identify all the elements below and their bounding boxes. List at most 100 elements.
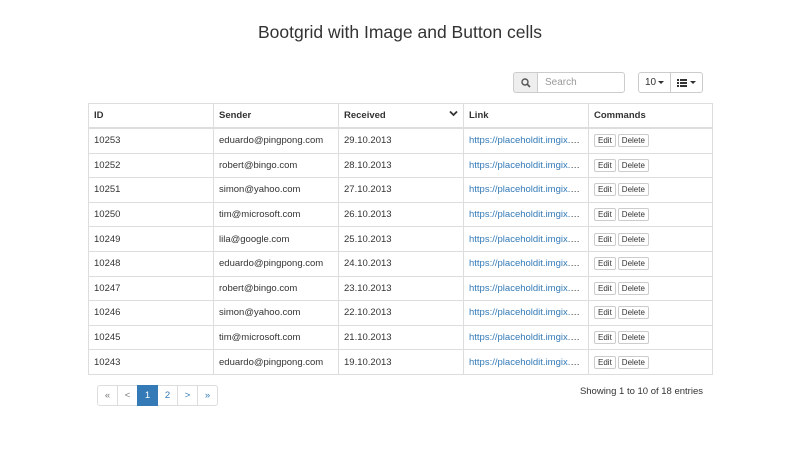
cell-received: 24.10.2013 [338,250,464,277]
cell-sender: simon@yahoo.com [213,300,339,326]
delete-button[interactable]: Delete [617,134,649,148]
column-header-received[interactable]: Received [338,103,464,129]
image-link[interactable]: https://placeholdit.imgix.net/ [469,160,586,171]
delete-button[interactable]: Delete [617,257,649,271]
table-row: 10246 simon@yahoo.com 22.10.2013 https://pl… [88,300,713,326]
page-prev-button[interactable]: < [117,385,138,406]
cell-sender: simon@yahoo.com [213,177,339,203]
cell-commands: Edit Delete [588,349,713,375]
cell-sender: eduardo@pingpong.com [213,349,339,375]
search-icon[interactable] [513,72,537,93]
image-link[interactable]: https://placeholdit.imgix.net/ [469,332,586,343]
table-row: 10253 eduardo@pingpong.com 29.10.2013 https… [88,127,713,154]
page-title: Bootgrid with Image and Button cells [257,22,543,42]
cell-sender: eduardo@pingpong.com [213,127,339,154]
data-grid: ID Sender Received Link Commands 10253 ed… [88,103,713,375]
edit-button[interactable]: Edit [594,257,616,271]
delete-button[interactable]: Delete [617,232,649,246]
image-link[interactable]: https://placeholdit.imgix.net/ [469,283,586,294]
header-row: ID Sender Received Link Commands [88,103,713,129]
cell-received: 22.10.2013 [338,300,464,326]
edit-button[interactable]: Edit [594,208,616,222]
caret-down-icon [690,81,696,84]
image-link[interactable]: https://placeholdit.imgix.net/ [469,258,586,269]
delete-button[interactable]: Delete [617,355,649,369]
cell-link: https://placeholdit.imgix.net/ [463,152,589,179]
cell-link: https://placeholdit.imgix.net/ [463,226,589,252]
page-1-button[interactable]: 1 [137,385,158,406]
edit-button[interactable]: Edit [594,331,616,345]
chevron-down-icon [449,110,458,117]
edit-button[interactable]: Edit [594,158,616,172]
cell-link: https://placeholdit.imgix.net/ [463,349,589,375]
edit-button[interactable]: Edit [594,355,616,369]
grid-toolbar: 10 [0,72,800,95]
delete-button[interactable]: Delete [617,208,649,222]
cell-link: https://placeholdit.imgix.net/ [463,250,589,277]
cell-sender: lila@google.com [213,226,339,252]
table-row: 10252 robert@bingo.com 28.10.2013 https://p… [88,152,713,179]
delete-button[interactable]: Delete [617,281,649,295]
page-next-button[interactable]: > [177,385,198,406]
table-row: 10245 tim@microsoft.com 21.10.2013 https://… [88,324,713,351]
image-link[interactable]: https://placeholdit.imgix.net/ [469,357,586,368]
cell-link: https://placeholdit.imgix.net/ [463,324,589,351]
table-row: 10249 lila@google.com 25.10.2013 https://pl… [88,226,713,252]
cell-commands: Edit Delete [588,275,713,302]
page-first-button[interactable]: « [97,385,118,406]
cell-sender: tim@microsoft.com [213,324,339,351]
cell-id: 10249 [88,226,214,252]
edit-button[interactable]: Edit [594,281,616,295]
table-row: 10247 robert@bingo.com 23.10.2013 https://p… [88,275,713,302]
image-link[interactable]: https://placeholdit.imgix.net/ [469,135,586,146]
cell-link: https://placeholdit.imgix.net/ [463,127,589,154]
cell-commands: Edit Delete [588,226,713,252]
edit-button[interactable]: Edit [594,306,616,320]
cell-commands: Edit Delete [588,300,713,326]
cell-received: 27.10.2013 [338,177,464,203]
search-input[interactable] [537,72,625,93]
cell-received: 25.10.2013 [338,226,464,252]
cell-commands: Edit Delete [588,324,713,351]
column-header-link[interactable]: Link [463,103,589,129]
image-link[interactable]: https://placeholdit.imgix.net/ [469,234,586,245]
column-selector-dropdown[interactable] [671,72,703,93]
image-link[interactable]: https://placeholdit.imgix.net/ [469,307,586,318]
cell-sender: eduardo@pingpong.com [213,250,339,277]
column-header-id[interactable]: ID [88,103,214,129]
delete-button[interactable]: Delete [617,183,649,197]
edit-button[interactable]: Edit [594,183,616,197]
column-header-sender[interactable]: Sender [213,103,339,129]
cell-received: 23.10.2013 [338,275,464,302]
cell-received: 26.10.2013 [338,201,464,228]
image-link[interactable]: https://placeholdit.imgix.net/ [469,209,586,220]
rows-per-page-value: 10 [644,77,657,88]
cell-received: 19.10.2013 [338,349,464,375]
cell-link: https://placeholdit.imgix.net/ [463,300,589,326]
cell-commands: Edit Delete [588,250,713,277]
cell-received: 21.10.2013 [338,324,464,351]
page-last-button[interactable]: » [197,385,218,406]
delete-button[interactable]: Delete [617,331,649,345]
edit-button[interactable]: Edit [594,134,616,148]
cell-sender: robert@bingo.com [213,275,339,302]
page-2-button[interactable]: 2 [157,385,178,406]
cell-link: https://placeholdit.imgix.net/ [463,177,589,203]
image-link[interactable]: https://placeholdit.imgix.net/ [469,184,586,195]
delete-button[interactable]: Delete [617,158,649,172]
cell-link: https://placeholdit.imgix.net/ [463,275,589,302]
toolbar-actions: 10 [638,72,703,93]
cell-commands: Edit Delete [588,177,713,203]
rows-per-page-dropdown[interactable]: 10 [638,72,671,93]
search-group [513,72,625,93]
cell-id: 10250 [88,201,214,228]
pagination: « < 1 2 > » [97,385,218,406]
caret-down-icon [658,81,665,84]
delete-button[interactable]: Delete [617,306,649,320]
cell-link: https://placeholdit.imgix.net/ [463,201,589,228]
edit-button[interactable]: Edit [594,232,616,246]
table-row: 10250 tim@microsoft.com 26.10.2013 https://… [88,201,713,228]
cell-id: 10246 [88,300,214,326]
table-row: 10248 eduardo@pingpong.com 24.10.2013 https… [88,250,713,277]
cell-sender: robert@bingo.com [213,152,339,179]
